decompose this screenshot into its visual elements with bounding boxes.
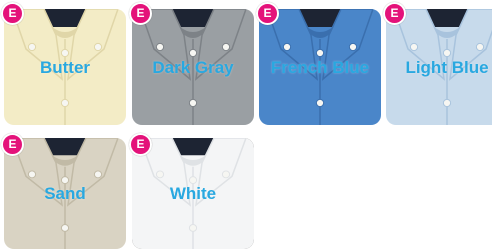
swatch-french-blue[interactable]: French Blue bbox=[259, 9, 381, 125]
badge-e-icon: E bbox=[256, 2, 279, 25]
badge-e-icon: E bbox=[129, 133, 152, 156]
swatch-light-blue[interactable]: Light Blue bbox=[386, 9, 492, 125]
shirt-color-grid: Butter Dark Gray French Blue Light Blue … bbox=[0, 0, 492, 249]
badge-e-icon: E bbox=[1, 133, 24, 156]
swatch-white[interactable]: White bbox=[132, 138, 254, 249]
badge-e-icon: E bbox=[1, 2, 24, 25]
swatch-label: Dark Gray bbox=[152, 57, 234, 77]
swatch-label: Butter bbox=[39, 57, 91, 77]
swatch-label: White bbox=[169, 184, 217, 203]
swatch-sand[interactable]: Sand bbox=[4, 138, 126, 249]
swatch-label: French Blue bbox=[270, 57, 370, 77]
swatch-label: Light Blue bbox=[405, 57, 489, 77]
swatch-label: Sand bbox=[44, 184, 86, 203]
badge-e-icon: E bbox=[129, 2, 152, 25]
badge-e-icon: E bbox=[383, 2, 406, 25]
swatch-butter[interactable]: Butter bbox=[4, 9, 126, 125]
swatch-dark-gray[interactable]: Dark Gray bbox=[132, 9, 254, 125]
